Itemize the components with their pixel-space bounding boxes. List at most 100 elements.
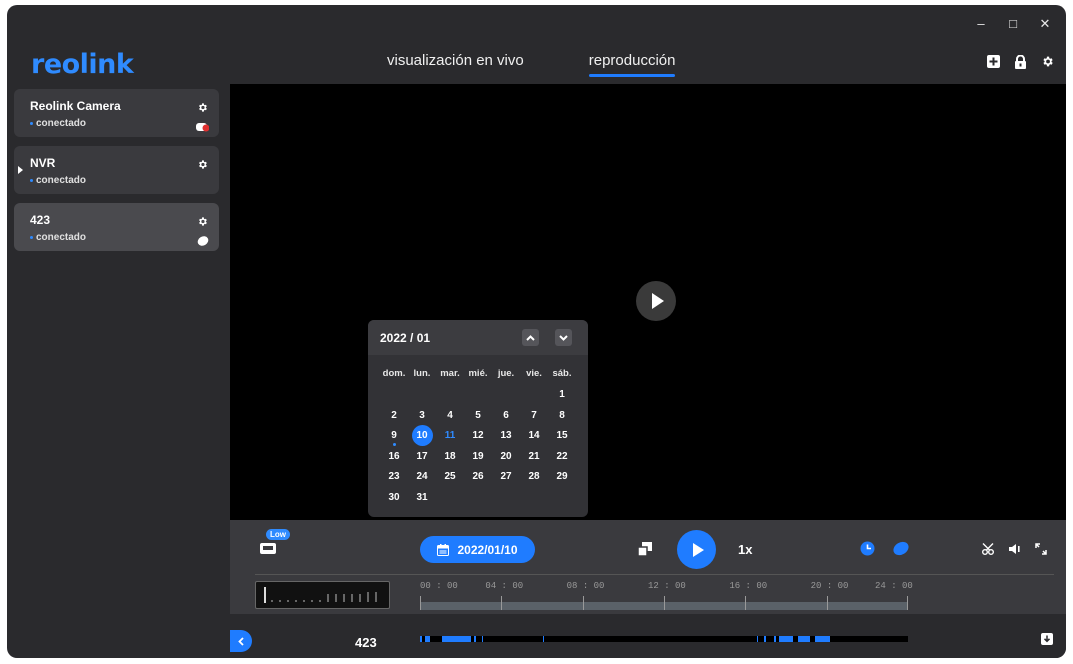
fullscreen-icon[interactable] bbox=[1035, 543, 1047, 555]
download-icon[interactable] bbox=[1041, 632, 1053, 650]
channel-name: 423 bbox=[355, 635, 377, 650]
calendar-day[interactable]: 14 bbox=[520, 426, 548, 447]
calendar-next-month-button[interactable] bbox=[555, 329, 572, 346]
calendar-day[interactable]: 12 bbox=[464, 426, 492, 447]
status-dot bbox=[30, 122, 33, 125]
calendar-day[interactable]: 18 bbox=[436, 447, 464, 468]
device-status: conectado bbox=[30, 118, 219, 129]
calendar-day[interactable]: 27 bbox=[492, 467, 520, 488]
calendar-day[interactable]: 15 bbox=[548, 426, 576, 447]
device-status-label: conectado bbox=[36, 118, 87, 129]
calendar-day[interactable]: 1 bbox=[548, 385, 576, 406]
tab-playback[interactable]: reproducción bbox=[588, 52, 675, 77]
zoom-scale-ticks bbox=[271, 592, 377, 602]
recording-segment[interactable] bbox=[798, 636, 811, 642]
calendar-empty-cell bbox=[520, 385, 548, 406]
volume-icon[interactable] bbox=[1009, 543, 1023, 555]
add-device-icon[interactable] bbox=[987, 55, 1000, 68]
recording-strip[interactable] bbox=[420, 636, 908, 642]
recording-segment[interactable] bbox=[773, 636, 777, 642]
screen-icon bbox=[260, 543, 276, 554]
timeline-label: 16 : 00 bbox=[729, 581, 768, 591]
device-status: conectado bbox=[30, 175, 219, 186]
calendar-day[interactable]: 19 bbox=[464, 447, 492, 468]
zoom-timeline-slider[interactable] bbox=[255, 581, 390, 609]
calendar-day[interactable]: 13 bbox=[492, 426, 520, 447]
calendar-day[interactable]: 29 bbox=[548, 467, 576, 488]
calendar-day[interactable]: 3 bbox=[408, 406, 436, 427]
weekday-header: dom. bbox=[382, 368, 406, 379]
device-item-423[interactable]: 423 conectado bbox=[14, 203, 219, 251]
calendar-day[interactable]: 26 bbox=[464, 467, 492, 488]
calendar-day[interactable]: 6 bbox=[492, 406, 520, 427]
recording-segment[interactable] bbox=[473, 636, 477, 642]
recording-segment[interactable] bbox=[424, 636, 430, 642]
play-button[interactable] bbox=[677, 530, 716, 569]
device-settings-icon[interactable] bbox=[197, 100, 208, 118]
calendar-prev-month-button[interactable] bbox=[522, 329, 539, 346]
recording-segment[interactable] bbox=[481, 636, 484, 642]
date-select-button[interactable]: 2022/01/10 bbox=[420, 536, 535, 563]
recording-segment[interactable] bbox=[542, 636, 545, 642]
minimize-button[interactable]: – bbox=[974, 16, 988, 32]
camera-icon bbox=[196, 119, 210, 137]
settings-gear-icon[interactable] bbox=[1041, 55, 1054, 68]
tab-live-view[interactable]: visualización en vivo bbox=[387, 52, 524, 77]
calendar-day[interactable]: 10 bbox=[408, 426, 436, 447]
maximize-button[interactable]: □ bbox=[1006, 16, 1020, 32]
calendar-day[interactable]: 7 bbox=[520, 406, 548, 427]
calendar-day[interactable]: 23 bbox=[380, 467, 408, 488]
clock-filter-icon[interactable] bbox=[860, 541, 875, 556]
calendar-day[interactable]: 17 bbox=[408, 447, 436, 468]
calendar-day[interactable]: 22 bbox=[548, 447, 576, 468]
zoom-slider-handle[interactable] bbox=[264, 587, 266, 603]
calendar-day[interactable]: 2 bbox=[380, 406, 408, 427]
calendar-day[interactable]: 9 bbox=[380, 426, 408, 447]
calendar-day[interactable]: 31 bbox=[408, 488, 436, 509]
playback-speed[interactable]: 1x bbox=[738, 542, 752, 557]
calendar-day[interactable]: 20 bbox=[492, 447, 520, 468]
calendar-day[interactable]: 24 bbox=[408, 467, 436, 488]
calendar-day[interactable]: 8 bbox=[548, 406, 576, 427]
scissors-icon[interactable] bbox=[982, 543, 996, 555]
calendar-day[interactable]: 28 bbox=[520, 467, 548, 488]
device-item-nvr[interactable]: NVR conectado bbox=[14, 146, 219, 194]
weekday-header: sáb. bbox=[552, 368, 572, 379]
device-name: Reolink Camera bbox=[30, 99, 121, 113]
recording-segment[interactable] bbox=[420, 636, 423, 642]
calendar-day[interactable]: 30 bbox=[380, 488, 408, 509]
calendar-day[interactable]: 25 bbox=[436, 467, 464, 488]
device-settings-icon[interactable] bbox=[197, 214, 208, 232]
collapse-panel-button[interactable] bbox=[230, 630, 252, 652]
device-name: 423 bbox=[30, 213, 51, 227]
stream-quality-toggle[interactable]: Low bbox=[260, 529, 290, 559]
motion-filter-icon[interactable] bbox=[892, 541, 910, 556]
calendar-day[interactable]: 16 bbox=[380, 447, 408, 468]
clip-icon[interactable] bbox=[638, 542, 652, 556]
device-status-label: conectado bbox=[36, 232, 87, 243]
device-settings-icon[interactable] bbox=[197, 157, 208, 175]
close-button[interactable]: ✕ bbox=[1038, 16, 1052, 32]
status-dot bbox=[30, 179, 33, 182]
recording-segment[interactable] bbox=[764, 636, 766, 642]
video-play-button[interactable] bbox=[636, 281, 676, 321]
playback-timeline[interactable]: 00 : 00 04 : 00 08 : 00 12 : 00 16 : 00 20 : … bbox=[420, 580, 913, 610]
recording-segment[interactable] bbox=[756, 636, 759, 642]
recording-segment[interactable] bbox=[815, 636, 830, 642]
calendar-day[interactable]: 11 bbox=[436, 426, 464, 447]
calendar-day[interactable]: 21 bbox=[520, 447, 548, 468]
lock-icon[interactable] bbox=[1014, 54, 1027, 69]
device-item-reolink-camera[interactable]: Reolink Camera conectado bbox=[14, 89, 219, 137]
reolink-logo: reolink bbox=[31, 49, 134, 80]
calendar-day[interactable]: 4 bbox=[436, 406, 464, 427]
video-player[interactable] bbox=[230, 84, 1066, 520]
chevron-up-icon bbox=[526, 334, 535, 341]
timeline-label: 00 : 00 bbox=[420, 581, 458, 591]
calendar-day[interactable]: 5 bbox=[464, 406, 492, 427]
recording-segment[interactable] bbox=[441, 636, 472, 642]
timeline-label: 08 : 00 bbox=[566, 581, 605, 591]
timeline-tick bbox=[501, 596, 503, 610]
expand-arrow-icon[interactable] bbox=[18, 166, 23, 174]
recording-segment[interactable] bbox=[778, 636, 794, 642]
calendar-empty-cell bbox=[408, 385, 436, 406]
